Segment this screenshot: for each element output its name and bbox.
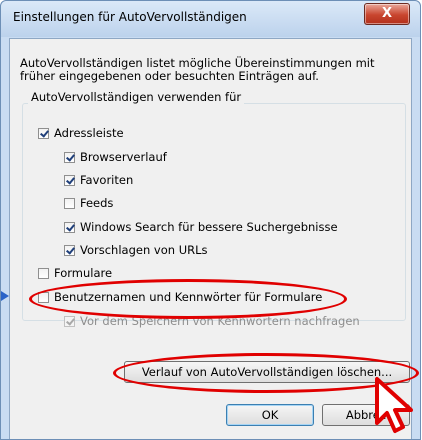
autocomplete-settings-dialog: Einstellungen für AutoVervollständigen X…	[0, 0, 421, 440]
checkbox-label: Adressleiste	[54, 126, 124, 140]
checkbox-label: Formulare	[54, 266, 113, 280]
checkbox-favoriten[interactable]: Favoriten	[64, 172, 133, 188]
checkbox-box[interactable]	[64, 244, 75, 256]
checkbox-browserverlauf[interactable]: Browserverlauf	[64, 149, 167, 165]
checkbox-box[interactable]	[64, 221, 75, 233]
checkbox-windows-search[interactable]: Windows Search für bessere Suchergebniss…	[64, 219, 338, 235]
checkbox-feeds[interactable]: Feeds	[64, 195, 113, 211]
checkbox-formulare[interactable]: Formulare	[38, 265, 112, 281]
close-icon: X	[381, 6, 393, 21]
window-title: Einstellungen für AutoVervollständigen	[13, 10, 247, 24]
close-button[interactable]: X	[364, 3, 410, 25]
title-bar[interactable]: Einstellungen für AutoVervollständigen X	[1, 1, 420, 37]
checkbox-box[interactable]	[38, 127, 49, 139]
checkbox-box	[64, 315, 75, 327]
ok-button[interactable]: OK	[226, 404, 314, 426]
checkbox-adressleiste[interactable]: Adressleiste	[38, 125, 124, 141]
checkbox-label: Windows Search für bessere Suchergebniss…	[80, 220, 338, 234]
checkbox-box[interactable]	[64, 197, 75, 209]
checkbox-label: Feeds	[80, 196, 114, 210]
checkbox-box[interactable]	[64, 174, 75, 186]
mouse-cursor-icon	[375, 377, 413, 433]
checkbox-box[interactable]	[38, 267, 49, 279]
highlight-ellipse-passwords	[29, 279, 347, 319]
checkbox-label: Vorschlagen von URLs	[80, 243, 208, 257]
checkbox-vorschlagen-urls[interactable]: Vorschlagen von URLs	[64, 242, 208, 258]
pointer-arrow-icon	[1, 291, 9, 301]
groupbox-legend: AutoVervollständigen verwenden für	[28, 90, 245, 104]
checkbox-box[interactable]	[64, 151, 75, 163]
checkbox-label: Favoriten	[80, 173, 134, 187]
checkbox-label: Browserverlauf	[80, 150, 167, 164]
description-text: AutoVervollständigen listet mögliche Übe…	[20, 56, 375, 83]
